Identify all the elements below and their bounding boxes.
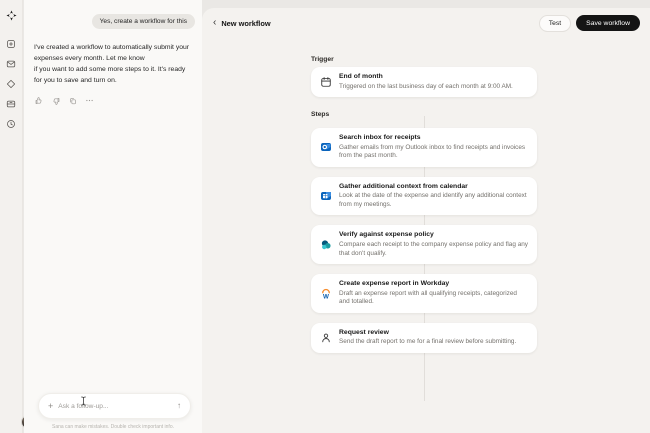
user-message-bubble: Yes, create a workflow for this xyxy=(91,14,195,29)
person-icon xyxy=(319,331,332,344)
more-options-icon[interactable] xyxy=(85,96,94,105)
workday-icon: W xyxy=(319,287,332,300)
outlook-calendar-icon xyxy=(319,190,332,203)
step-card-create-report[interactable]: W Create expense report in Workday Draft… xyxy=(311,274,537,313)
step-title: Verify against expense policy xyxy=(339,231,434,239)
step-description: Draft an expense report with all qualify… xyxy=(339,289,517,306)
chat-panel: Yes, create a workflow for this I've cre… xyxy=(24,0,202,433)
chat-input[interactable] xyxy=(58,402,172,410)
history-icon[interactable] xyxy=(4,116,19,131)
logo-icon[interactable] xyxy=(4,8,19,23)
step-title: Search inbox for receipts xyxy=(339,134,421,142)
explore-icon[interactable] xyxy=(4,76,19,91)
thumbs-down-icon[interactable] xyxy=(51,96,60,105)
text-cursor-icon xyxy=(80,393,87,411)
inbox-icon[interactable] xyxy=(4,56,19,71)
trigger-section-label: Trigger xyxy=(311,56,334,63)
app-sidebar xyxy=(0,0,23,433)
step-card-verify-policy[interactable]: Verify against expense policy Compare ea… xyxy=(311,225,537,265)
calendar-icon xyxy=(319,76,332,89)
disclaimer-text: Sana can make mistakes. Double check imp… xyxy=(51,424,174,430)
step-description: Compare each receipt to the company expe… xyxy=(339,240,528,257)
step-description: Send the draft report to me for a final … xyxy=(339,338,517,346)
copy-icon[interactable] xyxy=(68,96,77,105)
step-card-request-review[interactable]: Request review Send the draft report to … xyxy=(311,322,537,353)
save-workflow-button[interactable]: Save workflow xyxy=(576,15,640,31)
step-title: Create expense report in Workday xyxy=(339,280,450,288)
message-feedback-row xyxy=(34,96,94,105)
assistant-message: I've created a workflow to automatically… xyxy=(34,44,190,84)
steps-section-label: Steps xyxy=(311,111,330,119)
chat-input-bar[interactable]: + ↑ xyxy=(38,393,191,419)
step-title: Request review xyxy=(339,328,389,336)
workflow-canvas: Trigger End of month Triggered on the la… xyxy=(311,56,537,401)
sharepoint-icon xyxy=(319,238,332,251)
step-description: Gather emails from my Outlook inbox to f… xyxy=(339,143,526,160)
step-description: Look at the date of the expense and iden… xyxy=(339,192,527,208)
library-icon[interactable] xyxy=(4,96,19,111)
trigger-title: End of month xyxy=(339,73,383,80)
workflow-panel: ‹ New workflow Test Save workflow Trigge… xyxy=(202,8,650,433)
workflow-title: New workflow xyxy=(221,18,271,28)
step-card-search-inbox[interactable]: Search inbox for receipts Gather emails … xyxy=(311,128,537,167)
workflow-header: ‹ New workflow Test Save workflow xyxy=(213,14,640,32)
trigger-description: Triggered on the last business day of ea… xyxy=(339,82,513,90)
step-card-gather-context[interactable]: Gather additional context from calendar … xyxy=(311,176,537,216)
attach-plus-icon[interactable]: + xyxy=(48,401,53,411)
trigger-card[interactable]: End of month Triggered on the last busin… xyxy=(311,67,537,98)
new-item-icon[interactable] xyxy=(4,36,19,51)
thumbs-up-icon[interactable] xyxy=(34,96,43,105)
test-button[interactable]: Test xyxy=(538,14,572,32)
chevron-left-icon[interactable]: ‹ xyxy=(213,17,216,29)
outlook-icon xyxy=(319,141,332,154)
svg-text:W: W xyxy=(323,293,329,300)
step-title: Gather additional context from calendar xyxy=(339,182,468,190)
send-arrow-icon[interactable]: ↑ xyxy=(177,402,181,410)
